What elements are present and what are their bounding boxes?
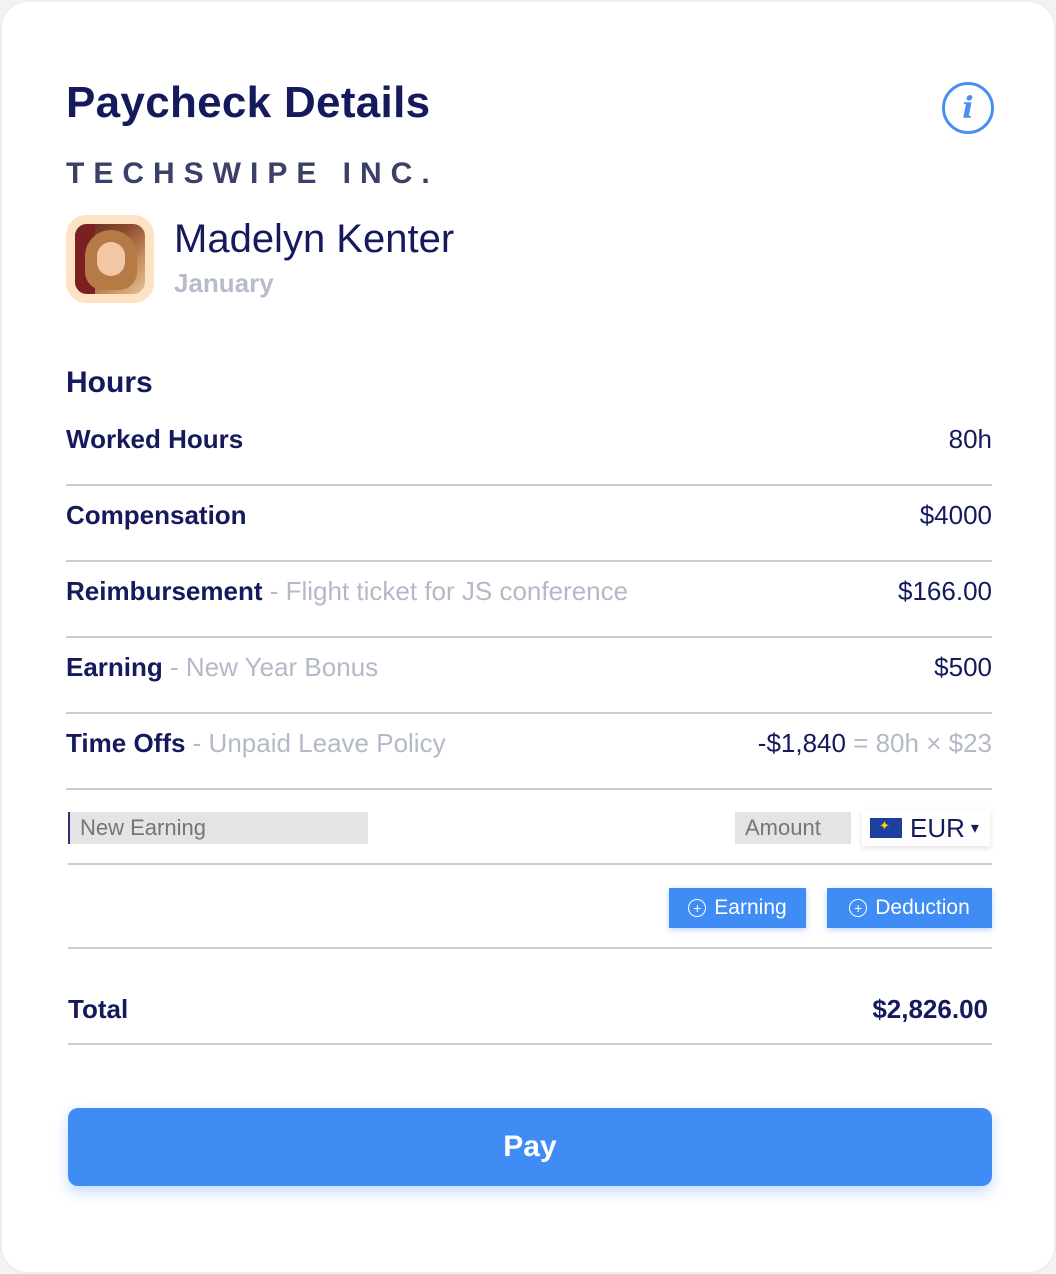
plus-circle-icon: +	[688, 899, 707, 917]
row-label: Worked Hours	[66, 424, 244, 454]
total-value: $2,826.00	[872, 994, 988, 1024]
row-label: Earning	[66, 652, 163, 682]
row-value: $4000	[919, 500, 992, 530]
chevron-down-icon: ▾	[970, 820, 979, 837]
row-worked-hours: Worked Hours 80h	[66, 410, 992, 486]
add-earning-button[interactable]: + Earning	[669, 888, 806, 928]
row-description: - Unpaid Leave Policy	[185, 728, 446, 758]
row-earning: Earning - New Year Bonus $500	[66, 638, 992, 714]
hours-section-title: Hours	[66, 366, 153, 399]
company-name: TECHSWIPE INC.	[66, 157, 439, 190]
pay-period: January	[174, 268, 274, 298]
add-earning-label: Earning	[714, 896, 787, 919]
total-label: Total	[68, 994, 129, 1024]
divider	[68, 863, 992, 865]
currency-select[interactable]: EUR ▾	[862, 810, 990, 846]
employee-name: Madelyn Kenter	[174, 217, 455, 261]
info-icon[interactable]: i	[942, 82, 994, 134]
new-earning-input[interactable]	[68, 812, 368, 844]
avatar-photo	[75, 224, 145, 294]
row-compensation: Compensation $4000	[66, 486, 992, 562]
add-deduction-label: Deduction	[875, 896, 970, 919]
row-reimbursement: Reimbursement - Flight ticket for JS con…	[66, 562, 992, 638]
row-label: Time Offs	[66, 728, 186, 758]
currency-code: EUR	[910, 812, 965, 843]
eu-flag-icon	[870, 818, 902, 838]
row-description: - New Year Bonus	[162, 652, 379, 682]
avatar	[66, 215, 154, 303]
divider	[68, 947, 992, 949]
row-time-offs: Time Offs - Unpaid Leave Policy -$1,840 …	[66, 714, 992, 790]
row-description: - Flight ticket for JS conference	[262, 576, 629, 606]
amount-input[interactable]	[735, 812, 851, 844]
pay-button[interactable]: Pay	[68, 1108, 992, 1186]
paycheck-card: Paycheck Details i TECHSWIPE INC. Madely…	[0, 0, 1056, 1274]
divider	[68, 1043, 992, 1045]
row-label: Reimbursement	[66, 576, 263, 606]
plus-circle-icon: +	[849, 899, 868, 917]
add-deduction-button[interactable]: + Deduction	[827, 888, 992, 928]
page-title: Paycheck Details	[66, 78, 431, 127]
row-value: 80h	[948, 424, 992, 454]
row-value: $166.00	[898, 576, 992, 606]
row-label: Compensation	[66, 500, 247, 530]
row-value: $500	[934, 652, 992, 682]
row-formula: = 80h × $23	[845, 728, 992, 758]
row-value: -$1,840	[757, 728, 846, 758]
